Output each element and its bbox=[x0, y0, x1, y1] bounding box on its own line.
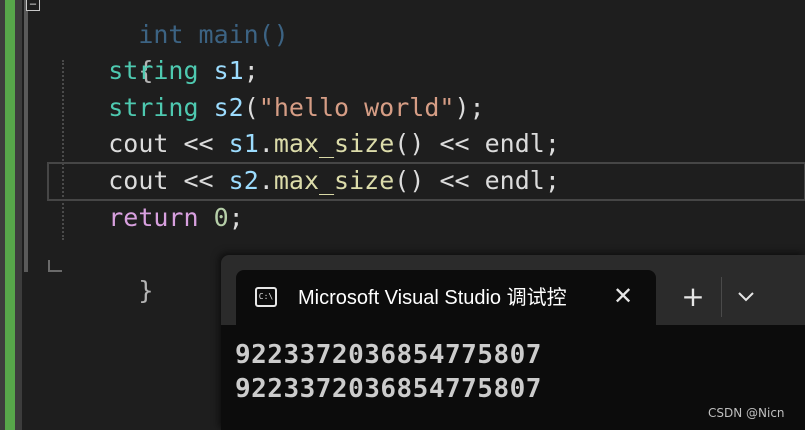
watermark: CSDN @Nicn bbox=[708, 406, 785, 420]
method-name: max_size bbox=[273, 165, 395, 195]
outline-gutter bbox=[24, 0, 28, 272]
code-line-6: cout << s2.max_size() << endl; bbox=[47, 161, 805, 201]
punctuation: . bbox=[258, 129, 274, 159]
string-literal: "hello world" bbox=[258, 92, 455, 122]
method-name: max_size bbox=[273, 129, 395, 159]
punctuation: ; bbox=[544, 129, 560, 159]
variable-name: s1 bbox=[213, 56, 244, 86]
tab-separator bbox=[721, 277, 722, 317]
change-indicator-bar bbox=[0, 0, 22, 430]
variable-name: s2 bbox=[228, 165, 259, 195]
close-brace: } bbox=[138, 275, 154, 305]
variable-name: s1 bbox=[228, 129, 259, 159]
code-line-1: int main() bbox=[48, 0, 805, 49]
punctuation: ; bbox=[243, 56, 259, 86]
tab-title: Microsoft Visual Studio 调试控 bbox=[298, 287, 567, 309]
punctuation: () bbox=[394, 129, 425, 159]
chevron-down-icon[interactable] bbox=[731, 279, 761, 315]
code-line-5: cout << s1.max_size() << endl; bbox=[48, 126, 805, 163]
code-area[interactable]: int main() { string s1; string s2("hello… bbox=[47, 0, 805, 305]
number-literal: 0 bbox=[213, 202, 229, 232]
code-line-4: string s2("hello world"); bbox=[48, 90, 805, 127]
operator: << bbox=[183, 129, 214, 159]
operator: << bbox=[439, 129, 470, 159]
punctuation: ); bbox=[454, 92, 485, 122]
punctuation: () bbox=[394, 165, 425, 195]
console-window[interactable]: C:\ Microsoft Visual Studio 调试控 ✕ + 9223… bbox=[221, 255, 805, 430]
console-tab[interactable]: C:\ Microsoft Visual Studio 调试控 ✕ bbox=[236, 270, 656, 325]
console-tab-bar: C:\ Microsoft Visual Studio 调试控 ✕ + bbox=[221, 255, 805, 325]
operator: << bbox=[439, 165, 470, 195]
terminal-icon: C:\ bbox=[255, 287, 277, 307]
identifier: cout bbox=[108, 129, 169, 159]
collapse-toggle[interactable]: − bbox=[26, 0, 40, 11]
return-keyword: return bbox=[108, 202, 199, 232]
output-line: 9223372036854775807 bbox=[235, 340, 542, 370]
punctuation: . bbox=[258, 165, 274, 195]
output-line: 9223372036854775807 bbox=[235, 374, 542, 404]
code-line-3: string s1; bbox=[48, 53, 805, 90]
variable-name: s2 bbox=[213, 92, 244, 122]
new-tab-button[interactable]: + bbox=[678, 279, 708, 315]
punctuation: ; bbox=[544, 165, 560, 195]
code-line-7: return 0; bbox=[48, 200, 805, 237]
type-keyword: string bbox=[108, 56, 199, 86]
identifier: cout bbox=[108, 165, 169, 195]
code-line-2: { bbox=[48, 17, 805, 85]
identifier: endl bbox=[484, 129, 545, 159]
console-output: 9223372036854775807 9223372036854775807 bbox=[235, 338, 542, 406]
close-tab-button[interactable]: ✕ bbox=[608, 281, 638, 311]
operator: << bbox=[183, 165, 214, 195]
punctuation: ( bbox=[243, 92, 259, 122]
identifier: endl bbox=[484, 165, 545, 195]
punctuation: ; bbox=[228, 202, 244, 232]
type-keyword: string bbox=[108, 92, 199, 122]
